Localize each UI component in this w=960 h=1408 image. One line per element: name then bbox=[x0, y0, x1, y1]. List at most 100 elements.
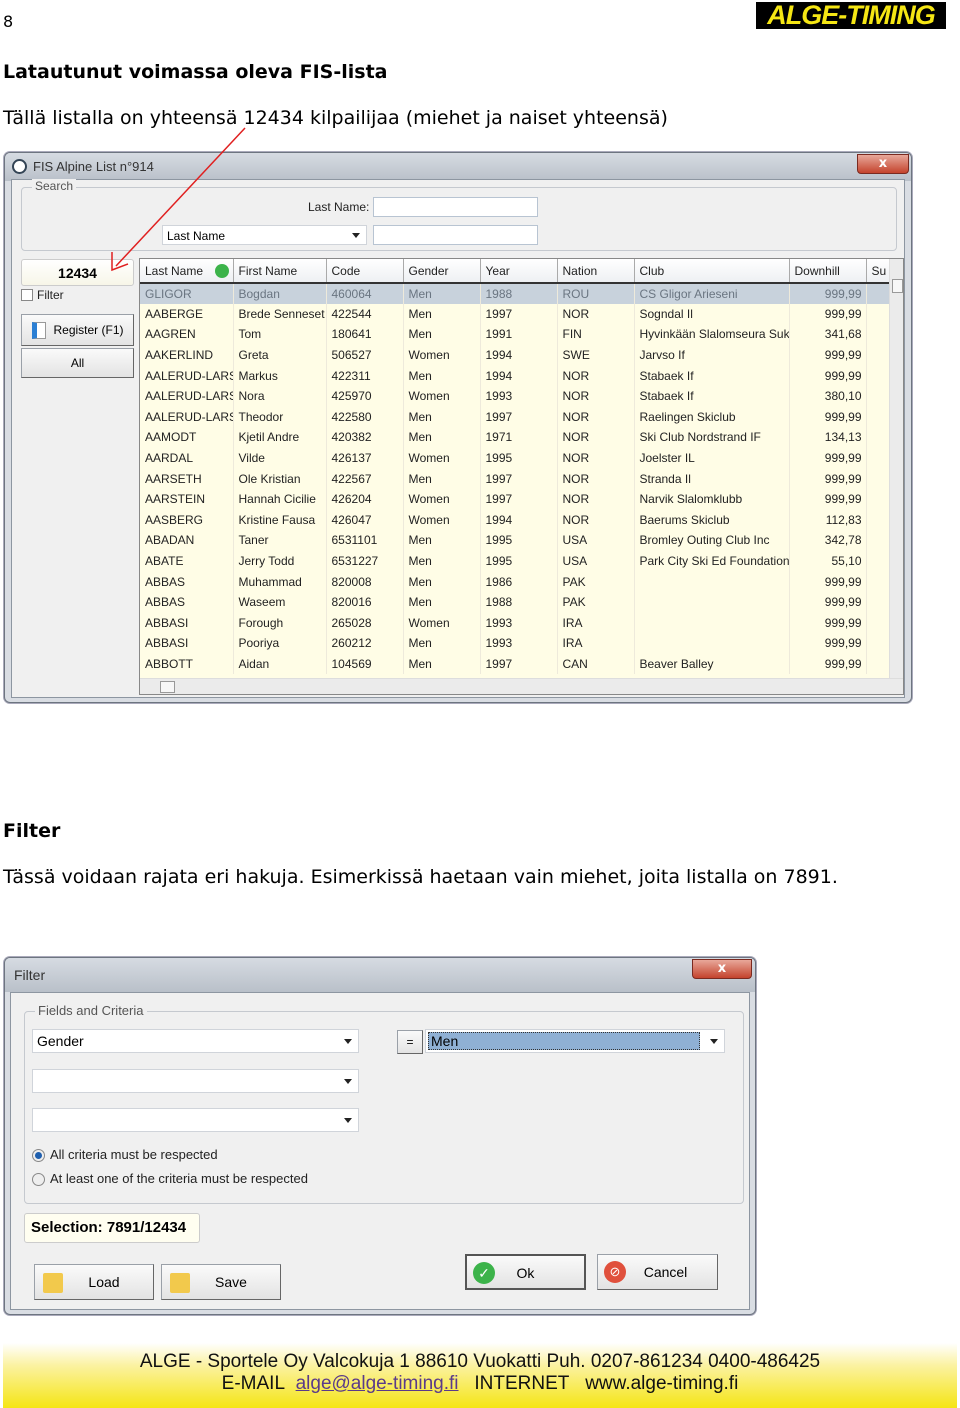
table-row[interactable]: ABBAS Muhammad 820008 Men 1986 PAK 999,99 bbox=[140, 571, 890, 592]
table-cell bbox=[866, 488, 890, 510]
table-cell: Men bbox=[403, 427, 481, 448]
register-icon bbox=[32, 322, 46, 339]
table-row[interactable]: AARSTEIN Hannah Cicilie 426204 Women 1997 NOR… bbox=[140, 488, 890, 510]
table-cell: Men bbox=[403, 530, 481, 551]
table-cell: 506527 bbox=[326, 344, 404, 366]
table-cell: ABATE bbox=[140, 550, 234, 572]
footer-contact: E-MAIL alge@alge-timing.fi INTERNET www.… bbox=[3, 1373, 957, 1395]
table-cell: CAN bbox=[557, 653, 635, 675]
all-button[interactable]: All bbox=[21, 348, 134, 378]
field3-combo[interactable] bbox=[32, 1108, 359, 1132]
table-cell: 342,78 bbox=[789, 530, 867, 551]
horizontal-scrollbar[interactable] bbox=[140, 678, 903, 694]
table-row[interactable]: ABBASI Pooriya 260212 Men 1993 IRA 999,99 bbox=[140, 633, 890, 654]
competitor-table: Last Name First Name Code Gender Year Nation C… bbox=[140, 259, 890, 675]
table-cell: 1997 bbox=[480, 488, 558, 510]
table-cell bbox=[866, 365, 890, 386]
table-cell: Tom bbox=[233, 324, 327, 345]
radio-one-criteria[interactable] bbox=[32, 1173, 45, 1186]
table-cell: ABBAS bbox=[140, 571, 234, 592]
table-row[interactable]: AAGREN Tom 180641 Men 1991 FIN Hyvinkään Slalo… bbox=[140, 324, 890, 345]
register-button[interactable]: Register (F1) bbox=[21, 314, 134, 346]
table-cell: 1994 bbox=[480, 365, 558, 386]
table-cell: AALERUD-LARSEN bbox=[140, 406, 234, 428]
value1-combo[interactable]: Men bbox=[425, 1029, 725, 1053]
operator-button[interactable]: = bbox=[397, 1030, 423, 1054]
email-link[interactable]: alge@alge-timing.fi bbox=[296, 1373, 459, 1394]
table-row[interactable]: AAKERLIND Greta 506527 Women 1994 SWE Jarvso I… bbox=[140, 344, 890, 366]
table-row[interactable]: AASBERG Kristine Fausa 426047 Women 1994 NOR B… bbox=[140, 509, 890, 531]
table-row[interactable]: AALERUD-LARSENNora425970Women1993NORStab… bbox=[140, 385, 890, 407]
checkmark-icon: ✓ bbox=[473, 1262, 495, 1284]
table-cell: Brede Senneset bbox=[233, 303, 327, 325]
chevron-down-icon bbox=[344, 1039, 352, 1044]
field2-combo[interactable] bbox=[32, 1069, 359, 1093]
table-cell bbox=[866, 633, 890, 654]
cancel-icon: ⊘ bbox=[604, 1261, 626, 1283]
table-cell bbox=[866, 303, 890, 325]
table-cell: 1993 bbox=[480, 633, 558, 654]
vertical-scrollbar[interactable] bbox=[889, 259, 903, 678]
table-cell: 820008 bbox=[326, 571, 404, 592]
table-cell bbox=[866, 324, 890, 345]
table-cell: Aidan bbox=[233, 653, 327, 675]
filter-content: Fields and Criteria Gender = Men All cri… bbox=[10, 992, 750, 1310]
table-cell: Markus bbox=[233, 365, 327, 386]
table-cell: NOR bbox=[557, 427, 635, 448]
table-row[interactable]: ABATE Jerry Todd 6531227 Men 1995 USA Park Cit… bbox=[140, 550, 890, 572]
table-cell: Jarvso If bbox=[634, 344, 790, 366]
table-cell: Men bbox=[403, 550, 481, 572]
table-cell: 134,13 bbox=[789, 427, 867, 448]
radio-all-criteria[interactable] bbox=[32, 1149, 45, 1162]
table-cell: Hannah Cicilie bbox=[233, 488, 327, 510]
table-cell: Women bbox=[403, 344, 481, 366]
table-cell: IRA bbox=[557, 633, 635, 654]
table-cell: FIN bbox=[557, 324, 635, 345]
table-row[interactable]: ABADAN Taner 6531101 Men 1995 USA Bromley Outi… bbox=[140, 530, 890, 551]
competitor-table-container: Last Name First Name Code Gender Year Nation C… bbox=[139, 258, 904, 695]
filter-close-button[interactable]: x bbox=[692, 959, 752, 979]
table-row[interactable]: AABERGE Brede Senneset 422544 Men 1997 NOR Sog… bbox=[140, 303, 890, 325]
table-cell: 1997 bbox=[480, 468, 558, 489]
table-cell: Men bbox=[403, 406, 481, 428]
table-cell bbox=[866, 653, 890, 675]
footer: ALGE - Sportele Oy Valcokuja 1 88610 Vuo… bbox=[3, 1343, 957, 1408]
horizontal-scroll-thumb[interactable] bbox=[160, 681, 175, 693]
value1-value: Men bbox=[428, 1032, 700, 1050]
table-cell bbox=[866, 385, 890, 407]
table-cell: Men bbox=[403, 653, 481, 675]
table-cell: Nora bbox=[233, 385, 327, 407]
table-row[interactable]: ABBOTT Aidan 104569 Men 1997 CAN Beaver Balley… bbox=[140, 653, 890, 675]
table-cell: 999,99 bbox=[789, 653, 867, 675]
table-cell: 341,68 bbox=[789, 324, 867, 345]
filter-window-title: Filter bbox=[14, 967, 46, 983]
table-cell: PAK bbox=[557, 591, 635, 613]
load-button[interactable]: Load bbox=[34, 1264, 154, 1300]
table-cell bbox=[634, 571, 790, 592]
field1-combo[interactable]: Gender bbox=[32, 1029, 359, 1053]
table-cell: 1994 bbox=[480, 344, 558, 366]
table-row[interactable]: AARSETH Ole Kristian 422567 Men 1997 NOR Stran… bbox=[140, 468, 890, 489]
website-link[interactable]: www.alge-timing.fi bbox=[585, 1373, 738, 1394]
table-cell: Women bbox=[403, 385, 481, 407]
table-cell: 999,99 bbox=[789, 344, 867, 366]
table-cell: ABBASI bbox=[140, 612, 234, 634]
table-row[interactable]: AALERUD-LARSENTheodor422580Men1997NORRae… bbox=[140, 406, 890, 428]
table-cell: 426137 bbox=[326, 447, 404, 469]
table-cell bbox=[634, 612, 790, 634]
table-row[interactable]: AARDAL Vilde 426137 Women 1995 NOR Joelster IL… bbox=[140, 447, 890, 469]
table-row[interactable]: AAMODT Kjetil Andre 420382 Men 1971 NOR Ski Cl… bbox=[140, 427, 890, 448]
table-cell: AARDAL bbox=[140, 447, 234, 469]
table-cell: NOR bbox=[557, 385, 635, 407]
table-row[interactable]: ABBASI Forough 265028 Women 1993 IRA 999,99 bbox=[140, 612, 890, 634]
table-cell: Narvik Slalomklubb bbox=[634, 488, 790, 510]
table-row[interactable]: ABBAS Waseem 820016 Men 1988 PAK 999,99 bbox=[140, 591, 890, 613]
chevron-down-icon bbox=[710, 1039, 718, 1044]
annotation-arrow bbox=[111, 127, 246, 272]
save-button[interactable]: Save bbox=[161, 1264, 281, 1300]
table-row[interactable]: AALERUD-LARSENMarkus422311Men1994NORStab… bbox=[140, 365, 890, 386]
table-cell: 6531227 bbox=[326, 550, 404, 572]
cancel-button[interactable]: ⊘ Cancel bbox=[597, 1254, 718, 1290]
ok-button[interactable]: ✓ Ok bbox=[465, 1254, 586, 1290]
table-cell: PAK bbox=[557, 571, 635, 592]
